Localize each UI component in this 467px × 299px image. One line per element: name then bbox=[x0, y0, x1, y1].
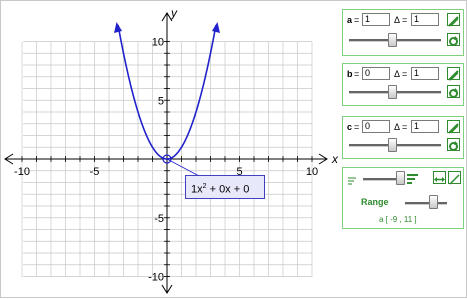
coefficient-b-delta-input[interactable] bbox=[411, 67, 439, 80]
pencil-icon bbox=[449, 174, 460, 185]
y-tick-label: 10 bbox=[152, 37, 164, 49]
step-low-icon bbox=[348, 177, 356, 185]
function-label-base: 1x bbox=[191, 183, 203, 196]
coefficient-c-edit-button[interactable] bbox=[447, 120, 460, 134]
coefficient-b-slider-thumb[interactable] bbox=[388, 85, 397, 99]
y-tick-label: -10 bbox=[148, 272, 164, 284]
range-edit-button[interactable] bbox=[448, 171, 461, 185]
coefficient-a-delta-label: Δ = bbox=[394, 15, 408, 25]
pencil-icon bbox=[448, 16, 459, 27]
range-settings-panel: Range a [ -9 , 11 ] bbox=[342, 167, 464, 229]
y-tick-label: -5 bbox=[154, 213, 164, 225]
coefficient-b-equals: = bbox=[354, 69, 360, 79]
coefficient-a-slider-thumb[interactable] bbox=[388, 33, 397, 47]
y-axis-label: y bbox=[170, 6, 178, 20]
step-low-button[interactable] bbox=[348, 173, 358, 185]
coefficient-a-reset-button[interactable] bbox=[447, 33, 460, 46]
x-tick-label: 10 bbox=[306, 166, 318, 178]
coefficient-c-reset-button[interactable] bbox=[447, 138, 460, 151]
range-label: Range bbox=[361, 197, 389, 207]
function-label-box: 1x2 + 0x + 0 bbox=[185, 175, 265, 199]
coefficient-b-edit-button[interactable] bbox=[447, 67, 460, 81]
range-slider-track[interactable] bbox=[405, 202, 447, 205]
curve-arrow-left bbox=[114, 22, 123, 33]
coefficient-b-panel: b = Δ = bbox=[342, 63, 464, 106]
refresh-icon bbox=[449, 141, 458, 151]
range-slider-thumb[interactable] bbox=[429, 195, 438, 209]
graph-axes bbox=[4, 12, 328, 294]
coefficient-c-delta-input[interactable] bbox=[411, 120, 439, 133]
step-high-button[interactable] bbox=[407, 172, 419, 184]
coefficient-a-name: a bbox=[347, 15, 353, 25]
range-value: a [ -9 , 11 ] bbox=[379, 215, 417, 224]
pencil-icon bbox=[448, 123, 459, 134]
coefficient-c-slider-thumb[interactable] bbox=[388, 138, 397, 152]
refresh-icon bbox=[449, 36, 458, 46]
x-tick-label: -5 bbox=[90, 166, 100, 178]
app-stage: -10-5510105-5-10 x y 1x2 + 0x + 0 a = Δ … bbox=[0, 0, 467, 298]
refresh-icon bbox=[449, 88, 458, 98]
coefficient-b-name: b bbox=[347, 69, 353, 79]
x-axis-label: x bbox=[331, 152, 339, 166]
coefficient-c-delta-label: Δ = bbox=[394, 122, 408, 132]
coefficient-b-reset-button[interactable] bbox=[447, 85, 460, 98]
coefficient-b-input[interactable] bbox=[362, 67, 390, 80]
y-tick-label: 5 bbox=[158, 95, 164, 107]
coefficient-a-input[interactable] bbox=[362, 13, 390, 26]
coefficient-a-delta-input[interactable] bbox=[411, 13, 439, 26]
step-high-icon bbox=[407, 174, 418, 184]
coefficient-c-input[interactable] bbox=[362, 120, 390, 133]
step-slider-thumb[interactable] bbox=[396, 171, 405, 185]
coefficient-c-panel: c = Δ = bbox=[342, 116, 464, 159]
coefficient-b-delta-label: Δ = bbox=[394, 69, 408, 79]
coefficient-a-edit-button[interactable] bbox=[447, 13, 460, 27]
coefficient-c-name: c bbox=[347, 122, 353, 132]
tick-labels: -10 -5 5 10105-5-10 bbox=[14, 37, 318, 284]
graph-canvas[interactable]: -10 -5 5 10105-5-10 x y bbox=[1, 1, 339, 299]
function-label-rest: + 0x + 0 bbox=[206, 183, 250, 196]
curve-arrow-right bbox=[211, 22, 220, 33]
coefficient-a-equals: = bbox=[354, 15, 360, 25]
coefficient-c-equals: = bbox=[354, 122, 360, 132]
pencil-icon bbox=[448, 70, 459, 81]
coefficient-a-panel: a = Δ = bbox=[342, 9, 464, 56]
fit-width-icon bbox=[434, 177, 445, 182]
x-tick-label: -10 bbox=[14, 166, 30, 178]
fit-width-button[interactable] bbox=[433, 171, 446, 184]
